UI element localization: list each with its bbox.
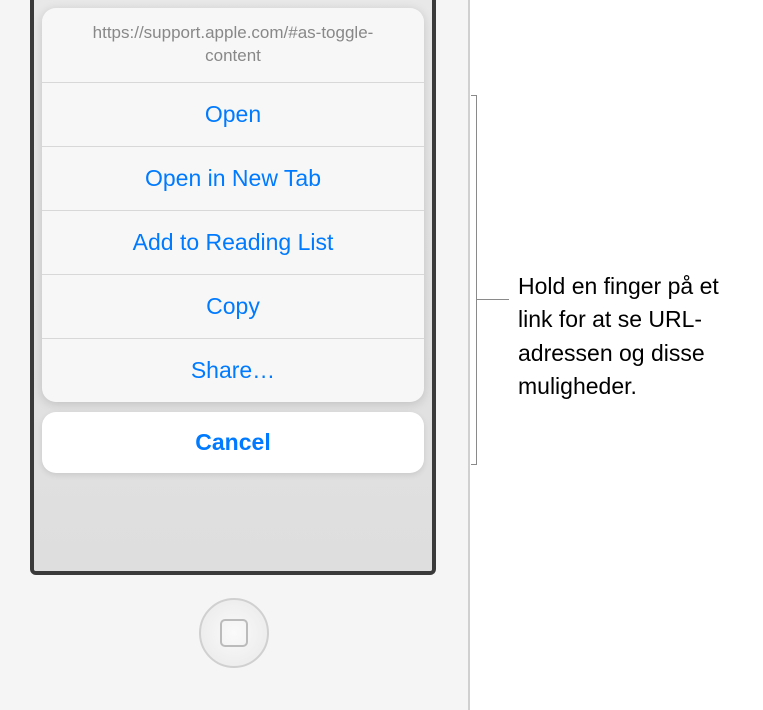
share-button[interactable]: Share… xyxy=(42,339,424,402)
add-reading-list-button[interactable]: Add to Reading List xyxy=(42,211,424,275)
callout-bracket xyxy=(476,95,477,465)
open-button[interactable]: Open xyxy=(42,83,424,147)
cancel-button[interactable]: Cancel xyxy=(42,412,424,473)
screen-content: https://support.apple.com/#as-toggle-con… xyxy=(34,0,432,571)
action-sheet: https://support.apple.com/#as-toggle-con… xyxy=(42,8,424,402)
callout-tick-bottom xyxy=(471,464,477,465)
device-screen: https://support.apple.com/#as-toggle-con… xyxy=(30,0,436,575)
url-header: https://support.apple.com/#as-toggle-con… xyxy=(42,8,424,83)
open-new-tab-button[interactable]: Open in New Tab xyxy=(42,147,424,211)
callout-connector xyxy=(477,299,509,300)
device-frame: https://support.apple.com/#as-toggle-con… xyxy=(0,0,470,710)
copy-button[interactable]: Copy xyxy=(42,275,424,339)
home-button[interactable] xyxy=(199,598,269,668)
callout-text: Hold en finger på et link for at se URL-… xyxy=(518,270,758,403)
callout-tick-top xyxy=(471,95,477,96)
